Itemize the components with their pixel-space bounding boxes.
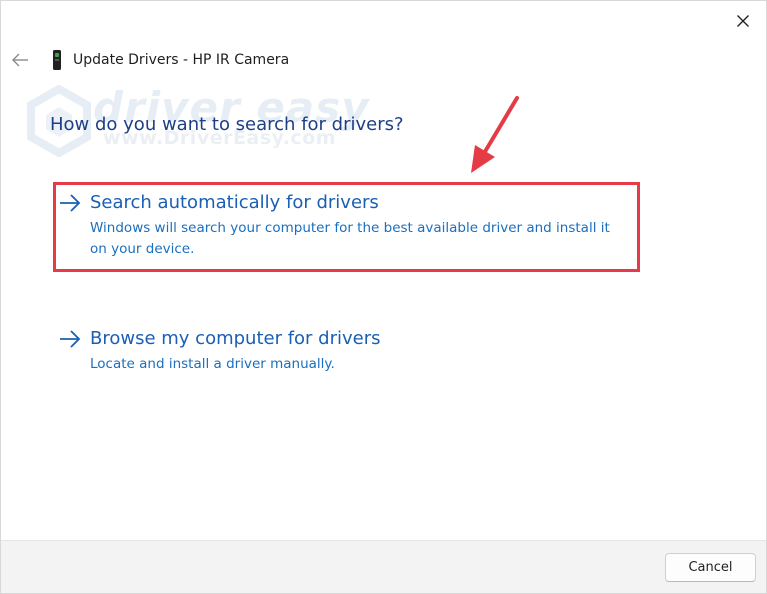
update-drivers-dialog: Update Drivers - HP IR Camera driver eas… bbox=[0, 0, 767, 594]
camera-device-icon bbox=[53, 50, 61, 70]
arrow-right-icon bbox=[60, 194, 81, 212]
dialog-footer: Cancel bbox=[1, 540, 766, 593]
option-title: Browse my computer for drivers bbox=[90, 328, 381, 349]
arrow-right-icon bbox=[60, 330, 81, 348]
annotation-arrow-icon bbox=[471, 96, 519, 173]
back-button[interactable] bbox=[7, 49, 33, 71]
close-icon bbox=[737, 15, 749, 27]
page-heading: How do you want to search for drivers? bbox=[50, 114, 404, 135]
option-title: Search automatically for drivers bbox=[90, 192, 379, 213]
back-arrow-icon bbox=[12, 53, 28, 67]
close-button[interactable] bbox=[728, 7, 758, 35]
window-title: Update Drivers - HP IR Camera bbox=[73, 52, 290, 68]
option-description: Windows will search your computer for th… bbox=[90, 220, 610, 257]
cancel-button[interactable]: Cancel bbox=[665, 553, 756, 582]
option-description: Locate and install a driver manually. bbox=[90, 356, 335, 372]
